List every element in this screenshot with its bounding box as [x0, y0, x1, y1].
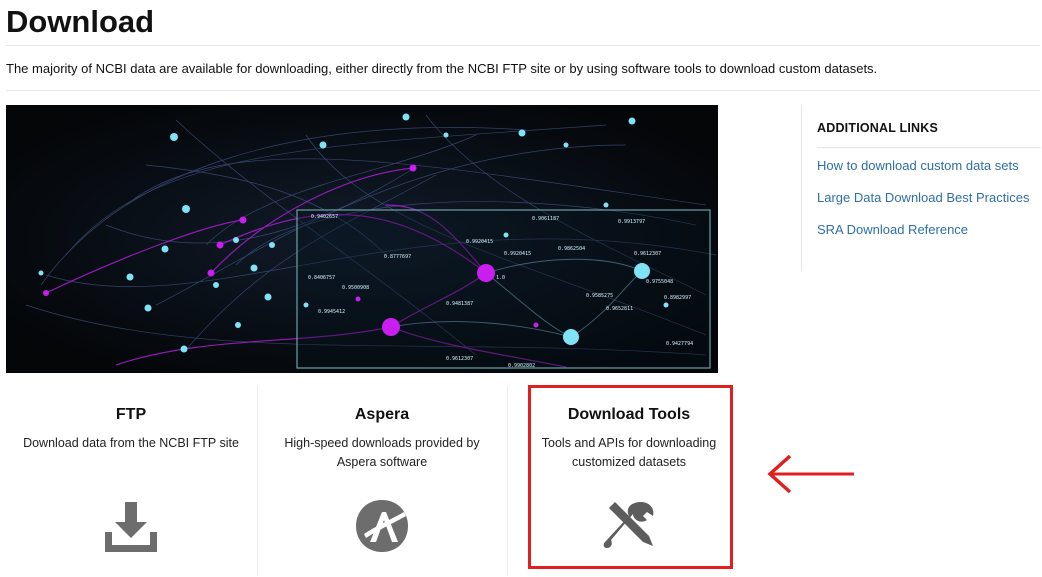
additional-links-heading: ADDITIONAL LINKS — [817, 121, 939, 135]
ftp-card-description: Download data from the NCBI FTP site — [23, 436, 239, 450]
node-label: 0.9585275 — [586, 293, 613, 299]
node-label: 0.8777697 — [384, 254, 411, 260]
link-custom-data-sets[interactable]: How to download custom data sets — [817, 158, 1019, 173]
node-label: 0.9402657 — [311, 214, 338, 220]
link-large-data-best-practices[interactable]: Large Data Download Best Practices — [817, 190, 1029, 205]
aspera-card-title: Aspera — [354, 406, 410, 423]
intro-divider — [6, 90, 1040, 91]
node-label: 0.9612307 — [634, 251, 661, 257]
page-title: Download — [6, 4, 155, 39]
node-label: 0.9612307 — [446, 356, 473, 362]
title-divider — [6, 45, 1040, 46]
aspera-card-description: High-speed downloads provided by Aspera … — [284, 436, 480, 469]
node-label: 0.9427794 — [666, 341, 693, 347]
aspera-logo-icon — [356, 500, 408, 552]
arrow-left-icon — [767, 454, 854, 494]
node-label: 0.9500908 — [342, 285, 369, 291]
intro-text: The majority of NCBI data are available … — [6, 61, 878, 76]
node-label: 0.9945412 — [318, 309, 345, 315]
node-label: 0.9920415 — [466, 239, 493, 245]
aspera-card[interactable]: Aspera High-speed downloads provided by … — [257, 386, 507, 576]
node-label: 0.9061187 — [532, 216, 559, 222]
network-hero-image: 0.9402657 0.8777697 0.9061187 0.9913797 … — [6, 105, 718, 373]
node-label: 0.8406757 — [308, 275, 335, 281]
node-label: 0.9755048 — [646, 279, 673, 285]
node-label: 0.9862504 — [558, 246, 585, 252]
node-label: 0.9652811 — [606, 306, 633, 312]
highlight-box — [528, 385, 733, 569]
node-label: 0.9913797 — [618, 219, 645, 225]
node-label: 0.8982997 — [664, 295, 691, 301]
node-label: 0.9902802 — [508, 363, 535, 369]
download-icon — [105, 502, 157, 552]
ftp-card[interactable]: FTP Download data from the NCBI FTP site — [6, 386, 256, 576]
sidebar-divider — [817, 147, 1041, 148]
node-label: 0.9920415 — [504, 251, 531, 257]
ftp-card-title: FTP — [115, 406, 147, 423]
node-label: 1.0 — [496, 275, 505, 281]
node-label: 0.9481387 — [446, 301, 473, 307]
link-sra-download-reference[interactable]: SRA Download Reference — [817, 222, 968, 237]
additional-links-panel: ADDITIONAL LINKS How to download custom … — [801, 105, 1042, 271]
network-graph: 0.9402657 0.8777697 0.9061187 0.9913797 … — [6, 105, 718, 373]
